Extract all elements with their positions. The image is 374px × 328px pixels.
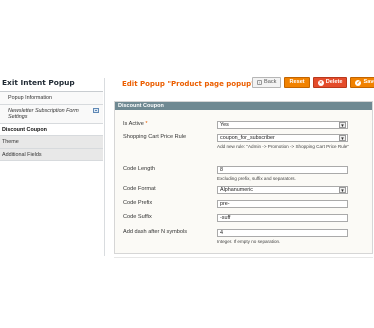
edit-icon bbox=[93, 107, 99, 113]
code-format-select[interactable]: Alphanumeric ▼ bbox=[217, 186, 348, 194]
sidebar-item-popup-information[interactable]: Popup Information bbox=[0, 92, 103, 105]
sidebar-divider bbox=[104, 78, 105, 256]
back-button-label: Back bbox=[264, 79, 277, 85]
price-rule-value: coupon_for_subscriber bbox=[220, 135, 275, 141]
is-active-select[interactable]: Yes ▼ bbox=[217, 121, 348, 129]
back-button[interactable]: ‹ Back bbox=[252, 77, 282, 88]
sidebar-item-label: Newsletter Subscription Form Settings bbox=[8, 107, 79, 121]
dash-after-label: Add dash after N symbols bbox=[123, 229, 188, 235]
save-button[interactable]: ✓ Save bbox=[350, 77, 374, 88]
page-title: Edit Popup "Product page popup" bbox=[122, 80, 255, 88]
code-format-label: Code Format bbox=[123, 186, 156, 192]
is-active-label-text: Is Active bbox=[123, 121, 144, 127]
code-length-label: Code Length bbox=[123, 166, 156, 172]
back-arrow-icon: ‹ bbox=[257, 80, 262, 85]
price-rule-select[interactable]: coupon_for_subscriber ▼ bbox=[217, 134, 348, 142]
code-format-value: Alphanumeric bbox=[220, 187, 253, 193]
code-prefix-input[interactable]: pre- bbox=[217, 200, 348, 208]
sidebar-item-label: Discount Coupon bbox=[2, 126, 47, 133]
code-suffix-input[interactable]: -suff bbox=[217, 214, 348, 222]
sidebar-item-label: Additional Fields bbox=[2, 151, 42, 158]
toolbar: ‹ Back Reset × Delete ✓ Save bbox=[252, 77, 374, 88]
code-length-note: Excluding prefix, suffix and separators. bbox=[217, 176, 296, 181]
sidebar-tabs: Popup Information Newsletter Subscriptio… bbox=[0, 91, 103, 161]
sidebar-item-additional-fields[interactable]: Additional Fields bbox=[0, 148, 103, 161]
sidebar: Exit Intent Popup Popup Information News… bbox=[0, 78, 103, 161]
sidebar-title: Exit Intent Popup bbox=[2, 78, 75, 87]
sidebar-item-theme[interactable]: Theme bbox=[0, 136, 103, 149]
save-button-label: Save bbox=[363, 79, 374, 85]
sidebar-item-label: Popup Information bbox=[8, 95, 53, 101]
reset-button-label: Reset bbox=[289, 79, 305, 85]
checkmark-icon: ✓ bbox=[355, 79, 362, 86]
price-rule-note: Add new rule: "Admin -> Promotion -> Sho… bbox=[217, 144, 349, 149]
dash-after-input[interactable]: 4 bbox=[217, 229, 348, 237]
delete-button[interactable]: × Delete bbox=[312, 77, 348, 88]
price-rule-label: Shopping Cart Price Rule bbox=[123, 134, 187, 140]
dash-after-note: Integer. If empty no separation. bbox=[217, 239, 281, 244]
code-suffix-label: Code Suffix bbox=[123, 214, 152, 220]
reset-button[interactable]: Reset bbox=[284, 77, 310, 88]
discount-coupon-fieldset: Discount Coupon Is Active * Yes ▼ Shoppi… bbox=[114, 101, 373, 254]
sidebar-item-discount-coupon[interactable]: Discount Coupon bbox=[0, 123, 103, 136]
sidebar-item-newsletter-settings[interactable]: Newsletter Subscription Form Settings bbox=[0, 104, 103, 124]
fieldset-legend: Discount Coupon bbox=[115, 102, 372, 110]
chevron-down-icon: ▼ bbox=[339, 135, 346, 141]
delete-button-label: Delete bbox=[325, 79, 343, 85]
chevron-down-icon: ▼ bbox=[339, 187, 346, 193]
code-prefix-label: Code Prefix bbox=[123, 200, 153, 206]
required-mark: * bbox=[145, 121, 148, 127]
code-length-input[interactable]: 8 bbox=[217, 166, 348, 174]
is-active-value: Yes bbox=[220, 122, 229, 128]
chevron-down-icon: ▼ bbox=[339, 122, 346, 128]
footer-divider bbox=[114, 257, 373, 258]
is-active-label: Is Active * bbox=[123, 121, 148, 127]
delete-icon: × bbox=[317, 79, 324, 86]
sidebar-item-label: Theme bbox=[2, 139, 19, 145]
